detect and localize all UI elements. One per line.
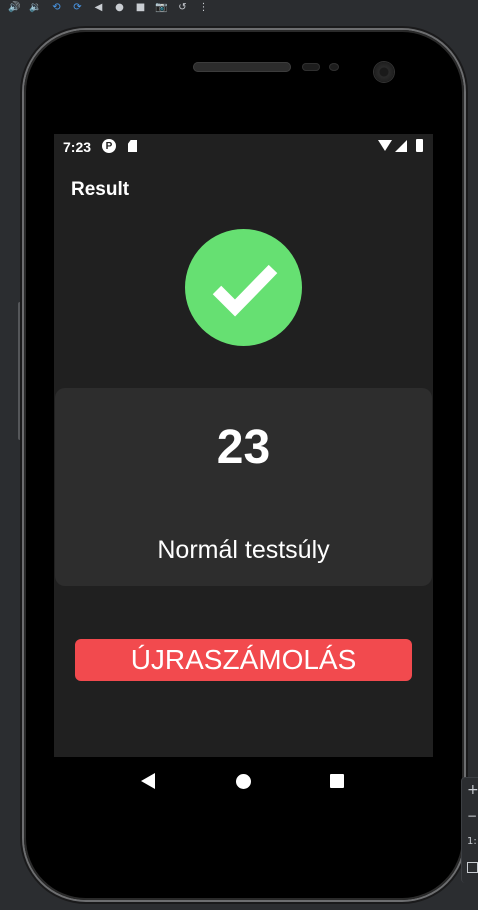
p-app-icon: P (102, 139, 116, 153)
check-circle-icon (185, 229, 302, 346)
zoom-out-icon[interactable]: − (467, 810, 477, 822)
emulator-toolbar: 🔊 🔉 ⟲ ⟳ ◀ ● ■ 📷 ↺ ⋮ (0, 0, 478, 16)
home-icon[interactable]: ● (113, 2, 126, 14)
front-camera (374, 62, 394, 82)
zoom-ratio-label[interactable]: 1: (467, 836, 477, 848)
sd-card-icon (128, 140, 137, 152)
proximity-sensor (302, 63, 320, 71)
battery-icon (416, 139, 423, 152)
fit-screen-icon[interactable] (467, 862, 478, 873)
volume-up-icon[interactable]: 🔊 (8, 2, 21, 14)
zoom-in-icon[interactable]: + (467, 783, 478, 797)
nav-recents-icon[interactable] (330, 774, 344, 788)
device-screen: 7:23 P Result 23 Normál testsúly ÚJRASZÁ… (54, 134, 433, 807)
wifi-icon (378, 140, 392, 151)
volume-button (18, 302, 22, 440)
result-card: 23 Normál testsúly (55, 388, 432, 586)
volume-down-icon[interactable]: 🔉 (29, 2, 42, 14)
status-time: 7:23 (63, 139, 92, 155)
recalculate-button[interactable]: ÚJRASZÁMOLÁS (75, 639, 412, 681)
replay-icon[interactable]: ↺ (176, 2, 189, 14)
bmi-category: Normál testsúly (157, 536, 330, 564)
rotate-right-icon[interactable]: ⟳ (71, 2, 84, 14)
nav-home-icon[interactable] (236, 774, 251, 789)
speaker-grille (193, 62, 291, 72)
back-icon[interactable]: ◀ (92, 2, 105, 14)
screenshot-icon[interactable]: 📷 (155, 2, 168, 14)
nav-back-icon[interactable] (141, 773, 155, 789)
overview-icon[interactable]: ■ (134, 2, 147, 14)
status-bar: 7:23 P (54, 134, 433, 160)
rotate-left-icon[interactable]: ⟲ (50, 2, 63, 14)
power-button (464, 216, 468, 276)
light-sensor (329, 63, 339, 71)
more-icon[interactable]: ⋮ (197, 2, 210, 14)
emulator-zoom-panel: + − 1: (461, 777, 478, 883)
page-title: Result (71, 179, 130, 200)
navigation-bar (54, 757, 433, 807)
bmi-value: 23 (216, 421, 271, 474)
signal-icon (395, 140, 407, 152)
